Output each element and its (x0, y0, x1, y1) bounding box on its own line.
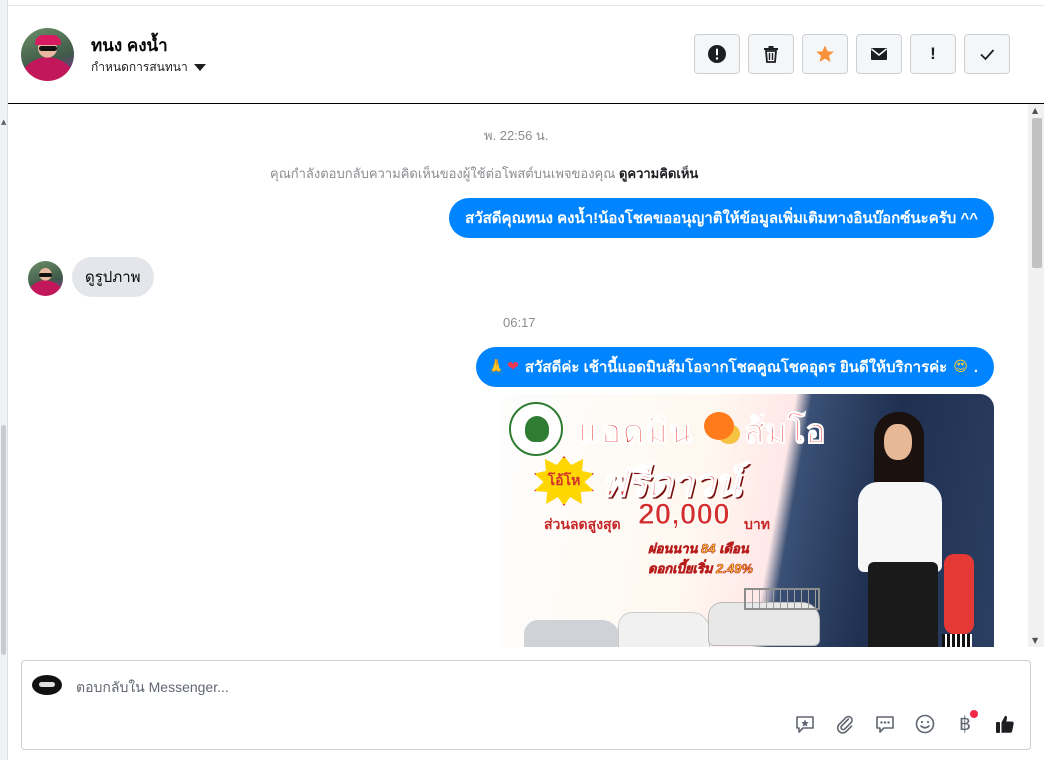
heart-eyes-emoji-icon: 😍 (953, 359, 968, 375)
message-text: สวัสดีค่ะ เช้านี้แอดมินส้มโอจากโชคคูณโชค… (524, 359, 948, 376)
like-icon (996, 715, 1014, 733)
delete-button[interactable] (748, 34, 794, 74)
thread-scrollbar[interactable]: ▲ ▼ (1028, 104, 1044, 647)
heart-icon: ❤ (507, 359, 519, 375)
baht-payment-icon: ฿ (958, 713, 972, 735)
caret-down-icon (193, 64, 206, 71)
outgoing-message[interactable]: 🙏 ❤ สวัสดีค่ะ เช้านี้แอดมินส้มโอจากโชคคู… (475, 347, 994, 387)
scroll-arrow-icon[interactable]: ▲ (1, 118, 6, 126)
notice-text: คุณกำลังตอบกลับความคิดเห็นของผู้ใช้ต่อโพ… (270, 166, 616, 181)
ad-discount-label: ส่วนลดสูงสุด (544, 516, 621, 532)
inbox-window: ▲ ทนง คงน้ำ กำหนดการสนทนา ! พ. 22:56 น. … (0, 0, 1044, 760)
message-thread[interactable]: พ. 22:56 น. คุณกำลังตอบกลับความคิดเห็นขอ… (8, 104, 1044, 647)
ad-discount-unit: บาท (744, 516, 770, 532)
outer-scrollbar[interactable]: ▲ (0, 0, 8, 760)
check-icon (980, 49, 995, 61)
trash-icon (764, 46, 778, 63)
envelope-icon (871, 48, 887, 60)
car-silhouette (524, 620, 620, 647)
payment-button[interactable]: ฿ (952, 710, 978, 737)
reply-composer: ฿ (21, 660, 1031, 750)
report-button[interactable] (694, 34, 740, 74)
view-comment-link[interactable]: ดูความคิดเห็น (619, 166, 698, 181)
pickup-cage (744, 588, 820, 610)
figure-pants (868, 562, 938, 647)
saved-reply-icon (796, 716, 814, 733)
burst-text: โอ้โห (547, 472, 581, 488)
outgoing-message[interactable]: สวัสดีคุณทนง คงน้ำ!น้องโชคขออนุญาติให้ข้… (449, 198, 994, 238)
quick-replies-button[interactable] (872, 711, 898, 737)
page-avatar (32, 675, 62, 695)
attach-button[interactable] (832, 711, 858, 737)
message-text-end: . (973, 358, 978, 376)
star-icon (816, 45, 834, 62)
promo-image[interactable]: แอดมิน ส้มโอ โอ้โห ฟรีดาวน์ ส่วนลดสูงสุด… (500, 394, 994, 647)
car-seat (944, 554, 974, 634)
timestamp: พ. 22:56 น. (484, 128, 549, 143)
attachment-icon (836, 715, 853, 734)
star-button[interactable] (802, 34, 848, 74)
scroll-down-icon[interactable]: ▼ (1032, 636, 1038, 645)
outer-scroll-thumb[interactable] (1, 425, 6, 655)
sender-avatar[interactable] (28, 261, 63, 296)
conversation-settings-label: กำหนดการสนทนา (91, 60, 188, 74)
avatar-glasses (39, 273, 52, 277)
burst-badge: โอ้โห (534, 456, 594, 506)
avatar-glasses (39, 46, 57, 51)
notification-dot (970, 710, 978, 718)
timestamp: 06:17 (503, 315, 536, 330)
contact-avatar[interactable] (21, 28, 74, 81)
alert-circle-icon (708, 45, 726, 63)
ad-admin-name: ส้มโอ (744, 413, 827, 452)
avatar-cap (35, 35, 61, 45)
ad-term: ผ่อนนาน 84 เดือน (648, 541, 749, 557)
done-button[interactable] (964, 34, 1010, 74)
pomelo-icon (704, 412, 734, 440)
thread-scroll-thumb[interactable] (1032, 118, 1042, 268)
ad-rate: ดอกเบี้ยเริ่ม 2.49% (648, 561, 754, 577)
scroll-up-icon[interactable]: ▲ (1032, 106, 1038, 115)
praying-hands-icon: 🙏 (487, 359, 506, 375)
figure-face (884, 424, 912, 460)
ad-discount-value: 20,000 (638, 498, 731, 532)
contact-name[interactable]: ทนง คงน้ำ (91, 32, 168, 59)
conversation-header: ทนง คงน้ำ กำหนดการสนทนา ! (8, 6, 1044, 104)
saved-reply-button[interactable] (792, 711, 818, 737)
reply-context-notice: คุณกำลังตอบกลับความคิดเห็นของผู้ใช้ต่อโพ… (270, 163, 698, 184)
ad-admin-word: แอดมิน (577, 413, 694, 452)
like-button[interactable] (992, 711, 1018, 737)
figure-shirt (858, 482, 942, 572)
composer-tools: ฿ (792, 710, 1018, 737)
emoji-button[interactable] (912, 711, 938, 737)
mark-unread-button[interactable] (856, 34, 902, 74)
header-actions: ! (694, 34, 1010, 74)
emoji-icon (915, 714, 935, 734)
chat-bubbles-icon (876, 716, 894, 733)
qr-code (942, 634, 972, 647)
incoming-message[interactable]: ดูรูปภาพ (72, 257, 154, 297)
car-silhouette (618, 612, 710, 647)
conversation-settings-dropdown[interactable]: กำหนดการสนทนา (91, 58, 206, 77)
flag-button[interactable]: ! (910, 34, 956, 74)
reply-input[interactable] (76, 677, 876, 697)
exclamation-icon: ! (930, 44, 936, 63)
dealer-logo (509, 402, 563, 456)
